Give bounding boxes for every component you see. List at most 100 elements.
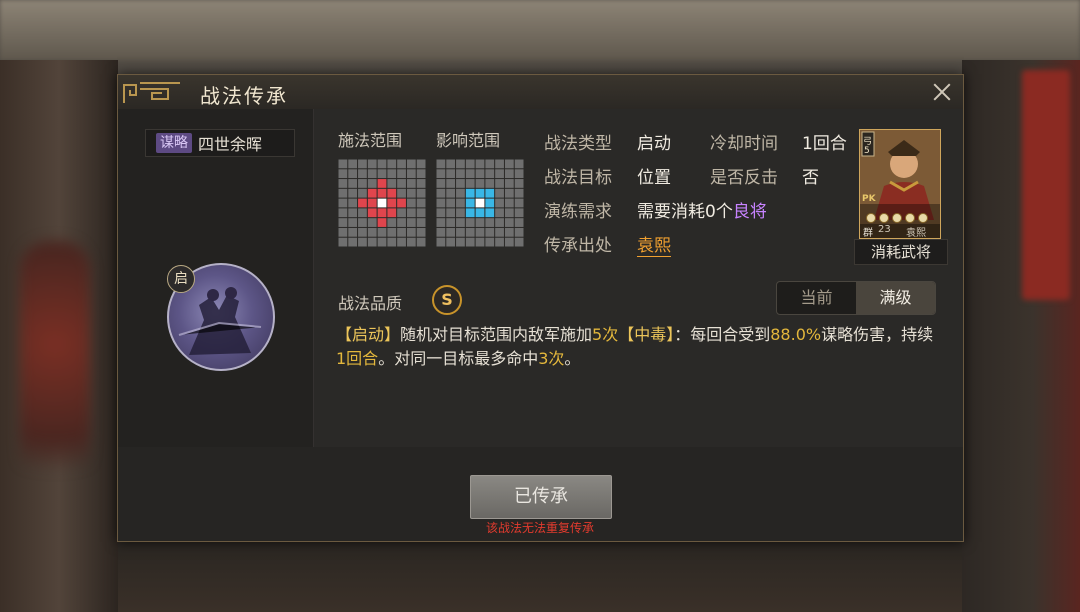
grid-cell (514, 227, 524, 237)
grid-cell (465, 198, 475, 208)
grid-cell (465, 237, 475, 247)
grid-cell (338, 159, 348, 169)
grid-cell (387, 237, 397, 247)
grid-cell (456, 159, 465, 169)
grid-cell (514, 159, 524, 169)
grid-cell (367, 198, 377, 208)
grid-cell (495, 227, 504, 237)
grid-cell (406, 237, 416, 247)
grid-cell (495, 218, 504, 227)
grid-cell (348, 179, 358, 188)
grid-cell (406, 208, 416, 218)
grid-cell (367, 218, 377, 227)
card-label: 消耗武将 (854, 239, 948, 265)
grid-cell (465, 227, 475, 237)
grid-cell (358, 227, 367, 237)
grid-cell (377, 237, 387, 247)
inherit-button[interactable]: 已传承 (470, 475, 612, 519)
grid-cell (387, 159, 397, 169)
grid-cell (456, 227, 465, 237)
close-icon[interactable] (929, 79, 955, 105)
level-current-button[interactable]: 当前 (777, 282, 856, 314)
background-left (0, 60, 118, 612)
grid-cell (436, 218, 446, 227)
general-card[interactable]: 弓 5 PK 群 23 袁熙 (859, 129, 941, 239)
grid-cell (514, 208, 524, 218)
star-icon (866, 213, 876, 223)
cast-range-label: 施法范围 (338, 131, 403, 150)
counter-label: 是否反击 (710, 168, 778, 188)
grid-cell (397, 179, 406, 188)
grid-cell (406, 169, 416, 179)
grid-cell (358, 169, 367, 179)
grid-cell (397, 169, 406, 179)
background-right (962, 60, 1080, 612)
grid-cell (495, 237, 504, 247)
card-general-name: 袁熙 (906, 228, 926, 239)
grid-cell (495, 208, 504, 218)
grid-cell (475, 159, 485, 169)
grid-cell (387, 179, 397, 188)
cooldown-value: 1回合 (802, 134, 847, 154)
star-icon (892, 213, 902, 223)
grid-cell (367, 208, 377, 218)
grid-cell (495, 179, 504, 188)
level-max-button[interactable]: 满级 (856, 282, 935, 314)
grid-cell (514, 198, 524, 208)
grid-cell (504, 169, 514, 179)
grid-cell (367, 179, 377, 188)
grid-cell (485, 227, 495, 237)
origin-general-link[interactable]: 袁熙 (637, 231, 671, 257)
grid-cell (387, 218, 397, 227)
skill-name-box: 谋略 四世余晖 (145, 129, 295, 157)
skill-detail-panel: 施法范围 影响范围 战法类型 启动 冷却时间 1回合 战法目标 位置 是否反击 … (314, 109, 963, 447)
counter-value: 否 (802, 168, 819, 188)
grid-cell (465, 208, 475, 218)
grid-cell (504, 179, 514, 188)
grid-cell (406, 159, 416, 169)
grid-cell (367, 237, 377, 247)
grid-cell (377, 218, 387, 227)
grid-cell (456, 188, 465, 198)
grid-cell (446, 198, 456, 208)
grid-cell (367, 188, 377, 198)
grid-cell (504, 237, 514, 247)
origin-label: 传承出处 (544, 236, 612, 256)
grid-cell (338, 179, 348, 188)
grid-cell (446, 188, 456, 198)
grid-cell (446, 237, 456, 247)
grid-cell (416, 179, 426, 188)
grid-cell (397, 208, 406, 218)
grid-cell (456, 237, 465, 247)
card-pk-tag: PK (862, 194, 876, 204)
cooldown-label: 冷却时间 (710, 134, 778, 154)
grid-cell (416, 227, 426, 237)
grid-cell (504, 227, 514, 237)
grid-cell (475, 218, 485, 227)
effect-range-label: 影响范围 (436, 131, 501, 150)
grid-cell (475, 169, 485, 179)
grid-cell (397, 227, 406, 237)
grid-cell (348, 208, 358, 218)
grid-cell (416, 218, 426, 227)
grid-cell (367, 169, 377, 179)
grid-cell (485, 159, 495, 169)
grid-cell (397, 218, 406, 227)
card-level: 23 (878, 224, 891, 235)
grid-cell (436, 159, 446, 169)
grid-cell (465, 179, 475, 188)
grid-cell (416, 159, 426, 169)
drill-requirement-highlight: 良将 (732, 202, 767, 222)
grid-cell (377, 169, 387, 179)
effect-range-grid (436, 159, 524, 247)
grid-cell (436, 198, 446, 208)
background-bottom (118, 540, 962, 612)
grid-cell (475, 237, 485, 247)
grid-cell (465, 188, 475, 198)
grid-cell (475, 227, 485, 237)
grid-cell (485, 218, 495, 227)
grid-cell (358, 188, 367, 198)
grid-cell (338, 169, 348, 179)
grid-cell (495, 169, 504, 179)
background-top (0, 0, 1080, 60)
